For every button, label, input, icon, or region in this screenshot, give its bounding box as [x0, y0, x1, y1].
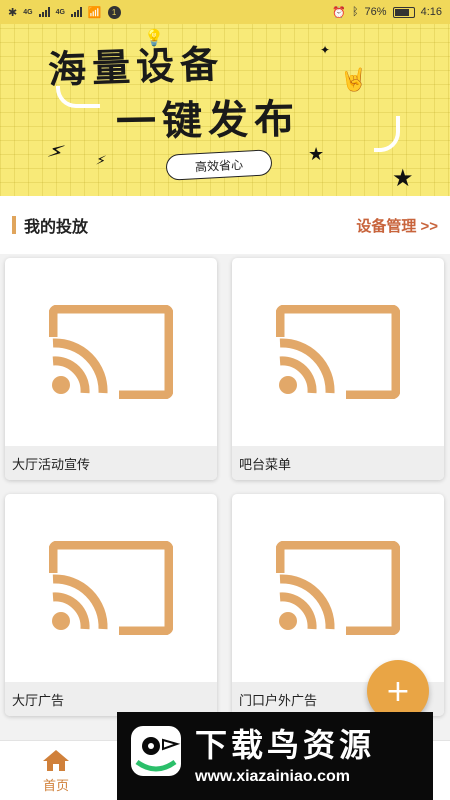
watermark-url: www.xiazainiao.com [195, 768, 351, 785]
campaign-card[interactable]: 大厅活动宣传 [5, 258, 217, 480]
star-icon: ✦ [320, 43, 331, 57]
lightning-icon: ⚡ [94, 152, 108, 170]
campaign-card[interactable]: 吧台菜单 [232, 258, 444, 480]
cast-icon [276, 541, 400, 635]
card-label: 大厅活动宣传 [5, 446, 217, 480]
promo-banner[interactable]: 💡 ✦ 🤘 ⚡ ⚡ ★ ★ 海量设备 一键发布 高效省心 [0, 0, 450, 196]
wifi-icon: 📶 [87, 6, 102, 19]
network-type: 4G [55, 8, 65, 16]
nav-item-home[interactable]: 首页 [30, 745, 82, 797]
home-icon [43, 750, 69, 771]
section-accent-bar [12, 216, 16, 234]
cast-icon [49, 305, 173, 399]
banner-title-line2: 一键发布 [115, 95, 301, 146]
decorative-swoosh [374, 116, 400, 152]
nav-item-home-label: 首页 [42, 778, 69, 793]
network-type: 4G [23, 8, 33, 16]
star-icon: ★ [308, 144, 325, 165]
watermark-overlay: 下载鸟资源 www.xiazainiao.com [117, 712, 433, 800]
cast-icon [276, 305, 400, 399]
section-title: 我的投放 [24, 219, 89, 236]
watermark-title: 下载鸟资源 [195, 726, 376, 764]
battery-percent: 76% [364, 6, 387, 18]
banner-tag: 高效省心 [165, 149, 273, 181]
rock-hand-icon: 🤘 [340, 68, 368, 93]
banner-title-line1: 海量设备 [47, 40, 225, 93]
signal-icon [38, 7, 50, 17]
clock: 4:16 [420, 6, 442, 18]
bird-logo-icon [131, 726, 181, 776]
app-notification-icon: ✱ [8, 6, 18, 19]
card-label: 大厅广告 [5, 682, 217, 716]
signal-icon [70, 7, 82, 17]
notification-count: 1 [107, 5, 121, 19]
lightning-icon: ⚡ [44, 138, 68, 167]
cast-icon [49, 541, 173, 635]
star-icon: ★ [392, 164, 414, 192]
campaign-card[interactable]: 大厅广告 [5, 494, 217, 716]
device-management-link[interactable]: 设备管理 >> [356, 215, 438, 236]
section-header: 我的投放 设备管理 >> [0, 196, 450, 254]
bluetooth-icon: ᛒ [351, 6, 359, 18]
alarm-icon: ⏰ [332, 6, 346, 19]
status-bar: ✱ 4G 4G 📶 1 ⏰ ᛒ 76% 4:16 [0, 0, 450, 24]
battery-icon [392, 6, 415, 18]
card-label: 吧台菜单 [232, 446, 444, 480]
